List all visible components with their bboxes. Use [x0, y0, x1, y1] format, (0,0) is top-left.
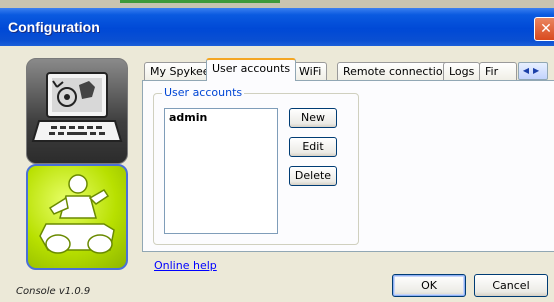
cancel-button[interactable]: Cancel	[474, 274, 548, 297]
version-label: Console v1.0.9	[16, 286, 91, 297]
tab-wifi[interactable]: WiFi	[293, 62, 328, 80]
ok-button[interactable]: OK	[392, 274, 466, 297]
tab-remote-connection[interactable]: Remote connection	[337, 62, 456, 80]
delete-button[interactable]: Delete	[289, 166, 337, 186]
tab-my-spykee[interactable]: My Spykee	[144, 62, 216, 80]
user-accounts-group: User accounts admin New Edit Delete	[153, 86, 359, 245]
close-button[interactable]: ✕	[534, 17, 554, 41]
tab-scroll-arrows[interactable]: ◀▶	[518, 62, 548, 80]
tab-panel-user-accounts: User accounts admin New Edit Delete	[142, 80, 554, 252]
tab-firmware[interactable]: Fir	[479, 62, 517, 80]
tab-strip: My Spykee User accounts WiFi Remote conn…	[142, 58, 554, 81]
top-strip	[0, 0, 554, 8]
close-icon: ✕	[540, 21, 552, 37]
edit-button[interactable]: Edit	[289, 137, 337, 157]
group-label: User accounts	[162, 86, 245, 99]
user-accounts-list[interactable]: admin	[164, 108, 278, 234]
new-button[interactable]: New	[289, 108, 337, 128]
window-title: Configuration	[8, 19, 100, 35]
tab-logs[interactable]: Logs	[443, 62, 481, 80]
top-strip-accent	[120, 0, 280, 3]
laptop-robot-icon[interactable]	[26, 58, 128, 164]
tab-scroll-arrows-icon: ◀▶	[522, 66, 544, 75]
title-bar[interactable]: Configuration ✕	[0, 8, 554, 46]
online-help-link[interactable]: Online help	[154, 259, 217, 272]
left-icon-panel	[26, 58, 130, 270]
tab-user-accounts[interactable]: User accounts	[206, 58, 297, 81]
list-item[interactable]: admin	[165, 109, 277, 126]
spykee-robot-icon[interactable]	[26, 164, 128, 270]
